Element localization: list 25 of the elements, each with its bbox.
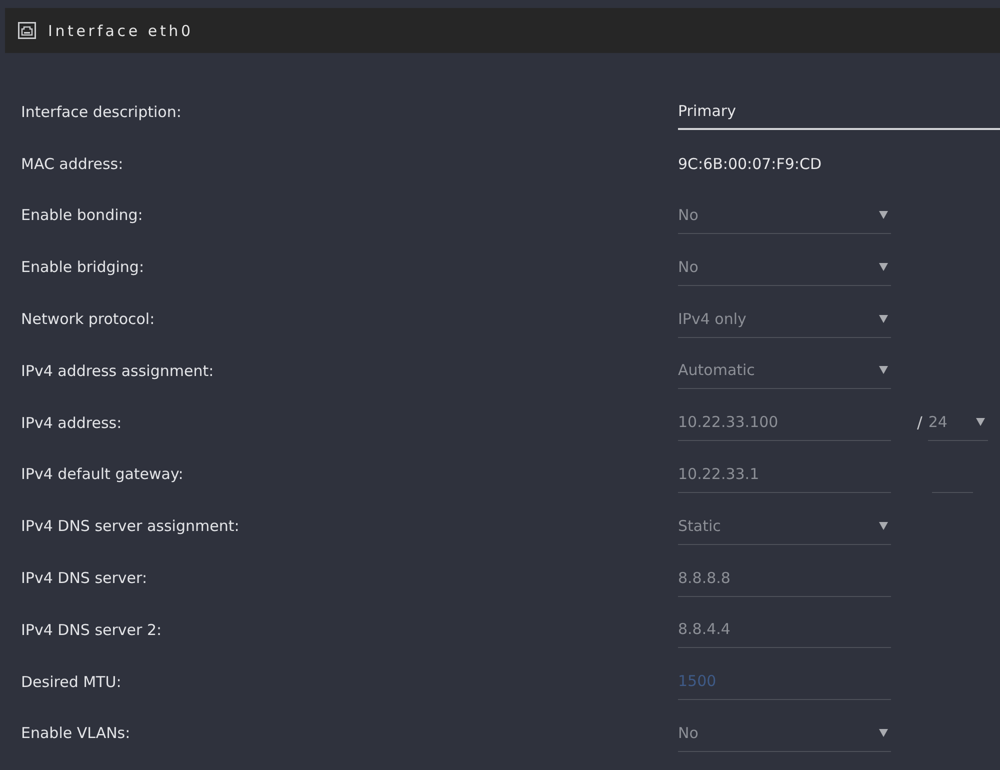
prefix-separator: / — [917, 413, 922, 432]
text-field[interactable]: Primary — [678, 93, 1000, 130]
caret-icon — [879, 522, 888, 530]
field-label: IPv4 DNS server 2: — [21, 620, 162, 639]
caret-icon — [879, 366, 888, 374]
mac-address-value: 9C:6B:00:07:F9:CD — [678, 154, 822, 173]
field-label: Network protocol: — [21, 310, 155, 328]
field-label: MAC address: — [21, 154, 124, 173]
field-label: IPv4 default gateway: — [21, 465, 184, 484]
caret-icon — [879, 262, 888, 271]
field-label: Enable bonding: — [21, 206, 143, 224]
caret-icon — [879, 728, 888, 737]
field-label: Desired MTU: — [21, 672, 122, 691]
ethernet-port-icon — [18, 22, 36, 39]
field-label: Interface description: — [21, 102, 182, 121]
field-label: IPv4 DNS server assignment: — [21, 517, 240, 536]
field-label: IPv4 DNS server: — [21, 569, 147, 588]
caret-icon — [976, 418, 986, 426]
caret-icon — [879, 210, 888, 219]
field-label: Enable VLANs: — [21, 724, 130, 742]
field-label: Enable bridging: — [21, 258, 144, 276]
caret-icon — [879, 314, 888, 323]
window-title: Interface eth0 — [48, 22, 194, 40]
field-label: IPv4 address assignment: — [21, 362, 214, 380]
field-label: IPv4 address: — [21, 414, 122, 432]
